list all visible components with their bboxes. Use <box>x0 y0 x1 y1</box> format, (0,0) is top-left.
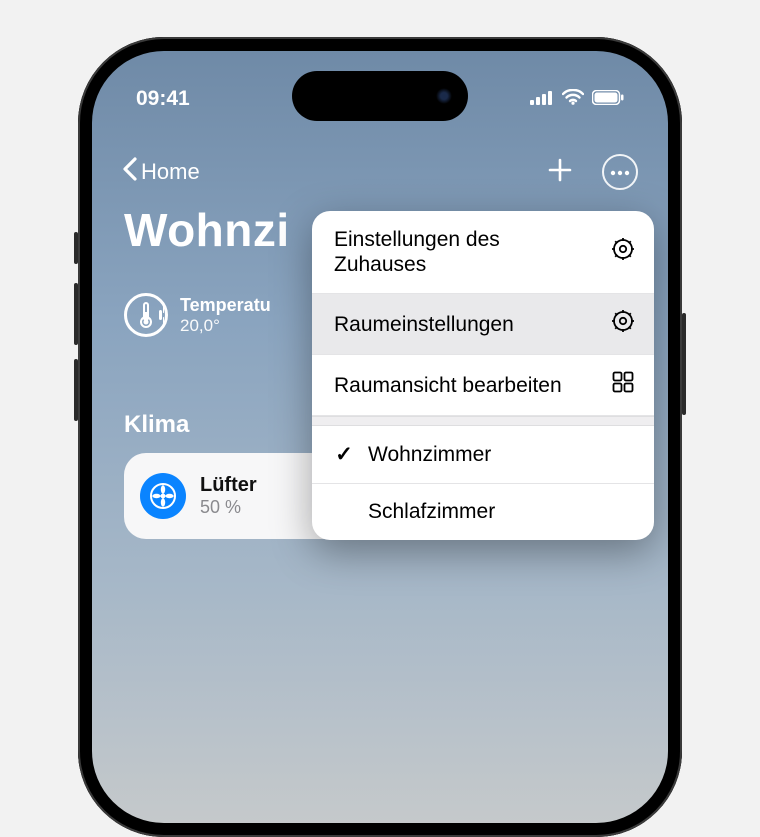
status-bar: 09:41 <box>92 79 668 119</box>
status-time: 09:41 <box>136 87 190 111</box>
battery-icon <box>592 87 624 111</box>
room-option-label: Schlafzimmer <box>368 500 495 524</box>
room-option-schlafzimmer[interactable]: Schlafzimmer <box>312 484 654 540</box>
menu-separator <box>312 416 654 426</box>
checkmark-icon: ✓ <box>334 442 354 467</box>
nav-bar: Home <box>92 147 668 197</box>
plus-icon <box>547 157 573 188</box>
fan-icon <box>140 473 186 519</box>
power-button <box>682 313 686 415</box>
menu-item-label: Einstellungen des Zuhauses <box>334 227 584 277</box>
volume-down-button <box>74 359 78 421</box>
ellipsis-icon <box>610 163 630 181</box>
cellular-icon <box>530 87 554 111</box>
chevron-left-icon <box>122 157 137 187</box>
screen: 09:41 Home <box>92 51 668 823</box>
temperature-label: Temperatu <box>180 295 271 316</box>
temperature-pill[interactable]: Temperatu 20,0° <box>124 293 271 337</box>
back-button[interactable]: Home <box>122 157 200 187</box>
volume-up-button <box>74 283 78 345</box>
page-title: Wohnzi <box>124 203 290 257</box>
thermometer-icon <box>124 293 168 337</box>
room-option-label: Wohnzimmer <box>368 443 491 467</box>
menu-edit-room-view[interactable]: Raumansicht bearbeiten <box>312 355 654 416</box>
menu-home-settings[interactable]: Einstellungen des Zuhauses <box>312 211 654 294</box>
menu-item-label: Raumeinstellungen <box>334 312 514 337</box>
context-menu: Einstellungen des Zuhauses Raumeinstellu… <box>312 211 654 540</box>
fan-tile-status: 50 % <box>200 497 257 518</box>
fan-tile-name: Lüfter <box>200 474 257 497</box>
menu-room-settings[interactable]: Raumeinstellungen <box>312 294 654 355</box>
menu-item-label: Raumansicht bearbeiten <box>334 373 562 398</box>
add-button[interactable] <box>542 154 578 190</box>
phone-frame: 09:41 Home <box>78 37 682 837</box>
gear-icon <box>612 310 634 338</box>
back-label: Home <box>141 159 200 185</box>
gear-icon <box>612 238 634 266</box>
wifi-icon <box>562 87 584 111</box>
section-header-climate: Klima <box>124 411 189 439</box>
temperature-value: 20,0° <box>180 316 271 336</box>
room-option-wohnzimmer[interactable]: ✓ Wohnzimmer <box>312 426 654 484</box>
grid-icon <box>612 371 634 399</box>
more-button[interactable] <box>602 154 638 190</box>
silence-switch <box>74 232 78 264</box>
